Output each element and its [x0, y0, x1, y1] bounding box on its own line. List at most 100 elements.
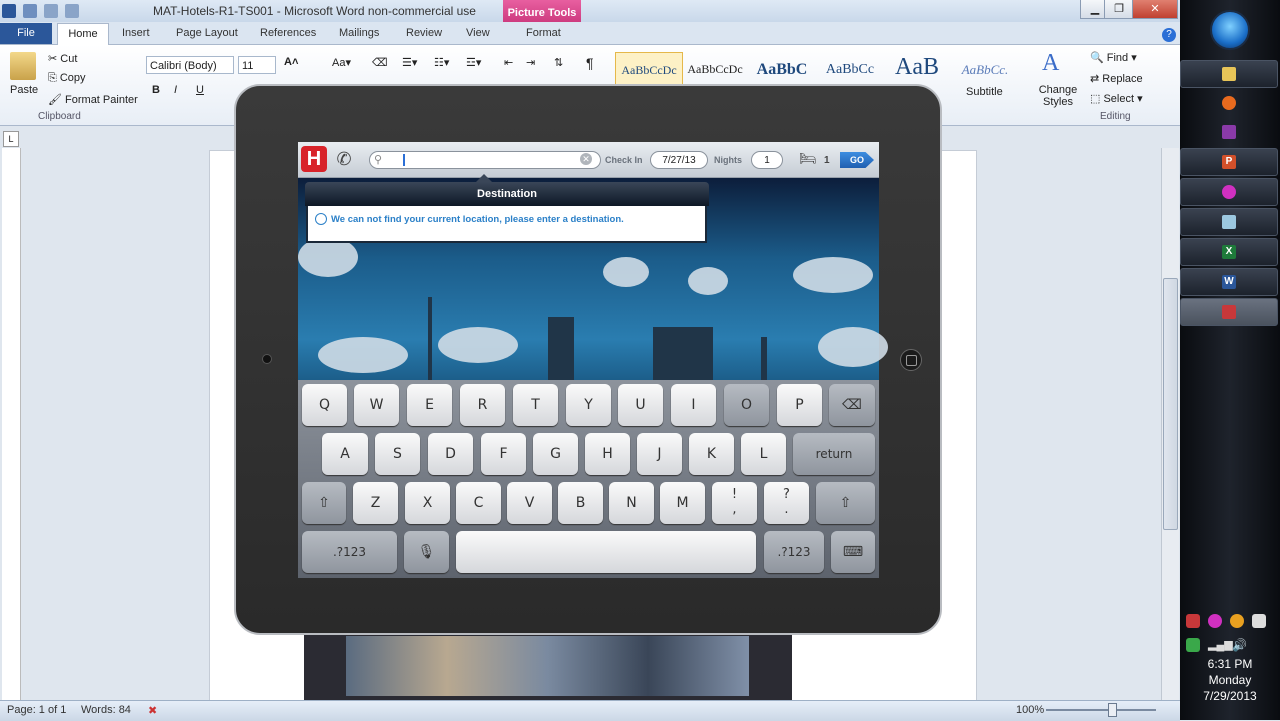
tab-home[interactable]: Home [57, 23, 109, 46]
bed-icon[interactable]: 🛏 [799, 150, 821, 168]
key-question-period[interactable]: ? . [764, 482, 809, 524]
undo-icon[interactable] [44, 4, 59, 18]
key-v[interactable]: V [507, 482, 552, 524]
key-k[interactable]: K [689, 433, 734, 475]
tab-selector-icon[interactable]: L [3, 131, 19, 147]
nights-field[interactable]: 1 [751, 151, 783, 169]
change-styles-icon[interactable]: A [1042, 50, 1059, 77]
key-f[interactable]: F [481, 433, 526, 475]
key-s[interactable]: S [375, 433, 420, 475]
taskbar-powerpoint[interactable]: P [1180, 148, 1278, 176]
dictation-key[interactable]: 🎙 [404, 531, 449, 573]
font-size-combo[interactable]: 11 [238, 56, 276, 74]
maximize-button[interactable]: ❐ [1104, 0, 1134, 19]
pilcrow-icon[interactable]: ¶ [586, 55, 594, 71]
redo-icon[interactable] [65, 4, 80, 18]
taskbar-notes[interactable] [1180, 208, 1278, 236]
key-n[interactable]: N [609, 482, 654, 524]
save-icon[interactable] [23, 4, 38, 18]
return-key[interactable]: return [793, 433, 875, 475]
tray-snagit-icon[interactable] [1186, 614, 1200, 628]
clear-format-icon[interactable]: ⌫ [372, 56, 388, 69]
key-q[interactable]: Q [302, 384, 347, 426]
key-a[interactable]: A [322, 433, 368, 475]
italic-button[interactable]: I [174, 84, 177, 96]
key-i[interactable]: I [671, 384, 716, 426]
style-subtitle[interactable]: AaBbCc. [952, 52, 1018, 86]
key-j[interactable]: J [637, 433, 682, 475]
key-x[interactable]: X [405, 482, 450, 524]
format-painter-button[interactable]: 🖌 Format Painter [48, 93, 138, 106]
tray-app-icon[interactable] [1230, 614, 1244, 628]
key-t[interactable]: T [513, 384, 558, 426]
key-w[interactable]: W [354, 384, 399, 426]
network-icon[interactable]: ▂▄▆ [1208, 638, 1233, 652]
replace-button[interactable]: ⇄ Replace [1090, 72, 1143, 85]
style-no-spacing[interactable]: AaBbCcDc [684, 52, 746, 86]
taskbar-excel[interactable]: X [1180, 238, 1278, 266]
key-o[interactable]: O [724, 384, 769, 426]
page-count[interactable]: Page: 1 of 1 [7, 704, 66, 716]
zoom-slider-handle[interactable] [1108, 703, 1117, 717]
scrollbar-thumb[interactable] [1163, 278, 1178, 530]
tray-flag-icon[interactable] [1186, 638, 1200, 652]
key-exclamation-comma[interactable]: ! , [712, 482, 757, 524]
style-normal[interactable]: AaBbCcDc [615, 52, 683, 88]
decrease-indent-icon[interactable]: ⇤ [504, 56, 513, 69]
numbering-icon[interactable]: ☷▾ [434, 56, 449, 69]
key-y[interactable]: Y [566, 384, 611, 426]
copy-button[interactable]: ⎘ Copy [48, 72, 86, 85]
style-heading2[interactable]: AaBbCc [818, 52, 882, 86]
hotels-logo[interactable]: H [301, 146, 327, 172]
rooms-count[interactable]: 1 [824, 155, 830, 166]
key-r[interactable]: R [460, 384, 505, 426]
key-c[interactable]: C [456, 482, 501, 524]
space-key[interactable] [456, 531, 756, 573]
phone-icon[interactable]: ✆ [334, 148, 354, 170]
style-title[interactable]: AaB [886, 52, 948, 86]
hide-keyboard-key[interactable]: ⌨ [831, 531, 875, 573]
tab-insert[interactable]: Insert [122, 27, 150, 39]
multilevel-list-icon[interactable]: ☲▾ [466, 56, 481, 69]
tray-device-icon[interactable] [1252, 614, 1266, 628]
sort-icon[interactable]: ⇅ [554, 56, 563, 69]
shift-key-left[interactable]: ⇧ [302, 482, 346, 524]
checkin-date-field[interactable]: 7/27/13 [650, 151, 708, 169]
key-e[interactable]: E [407, 384, 452, 426]
taskbar-word[interactable]: W [1180, 268, 1278, 296]
grow-font-icon[interactable]: A˄ [284, 56, 298, 68]
key-p[interactable]: P [777, 384, 822, 426]
key-b[interactable]: B [558, 482, 603, 524]
taskbar-explorer[interactable] [1180, 60, 1278, 88]
key-m[interactable]: M [660, 482, 705, 524]
taskbar-snagit[interactable] [1180, 298, 1278, 326]
bold-button[interactable]: B [152, 84, 160, 96]
paste-icon[interactable] [10, 52, 36, 80]
proofing-icon[interactable]: ✖ [148, 704, 157, 717]
cut-button[interactable]: ✂ Cut [48, 52, 77, 65]
zoom-slider[interactable] [1046, 709, 1156, 711]
underline-button[interactable]: U [196, 84, 204, 96]
system-clock[interactable]: 6:31 PM Monday 7/29/2013 [1180, 656, 1280, 704]
increase-indent-icon[interactable]: ⇥ [526, 56, 535, 69]
tab-references[interactable]: References [260, 27, 316, 39]
key-u[interactable]: U [618, 384, 663, 426]
tab-mailings[interactable]: Mailings [339, 27, 379, 39]
font-name-combo[interactable]: Calibri (Body) [146, 56, 234, 74]
tab-view[interactable]: View [466, 27, 490, 39]
key-l[interactable]: L [741, 433, 786, 475]
zoom-level[interactable]: 100% [1016, 704, 1044, 716]
bullets-icon[interactable]: ☰▾ [402, 56, 417, 69]
tray-flower-icon[interactable] [1208, 614, 1222, 628]
find-button[interactable]: 🔍 Find ▾ [1090, 51, 1137, 64]
tab-format[interactable]: Format [526, 27, 561, 39]
document-image[interactable] [346, 636, 749, 696]
taskbar-firefox[interactable] [1180, 89, 1278, 117]
shift-key-right[interactable]: ⇧ [816, 482, 875, 524]
tab-file[interactable]: File [0, 23, 52, 44]
start-button[interactable] [1210, 10, 1250, 50]
numbers-key-left[interactable]: .?123 [302, 531, 397, 573]
style-heading1[interactable]: AaBbC [750, 52, 814, 86]
clear-icon[interactable]: ✕ [580, 153, 592, 165]
change-case-icon[interactable]: Aa▾ [332, 56, 351, 69]
